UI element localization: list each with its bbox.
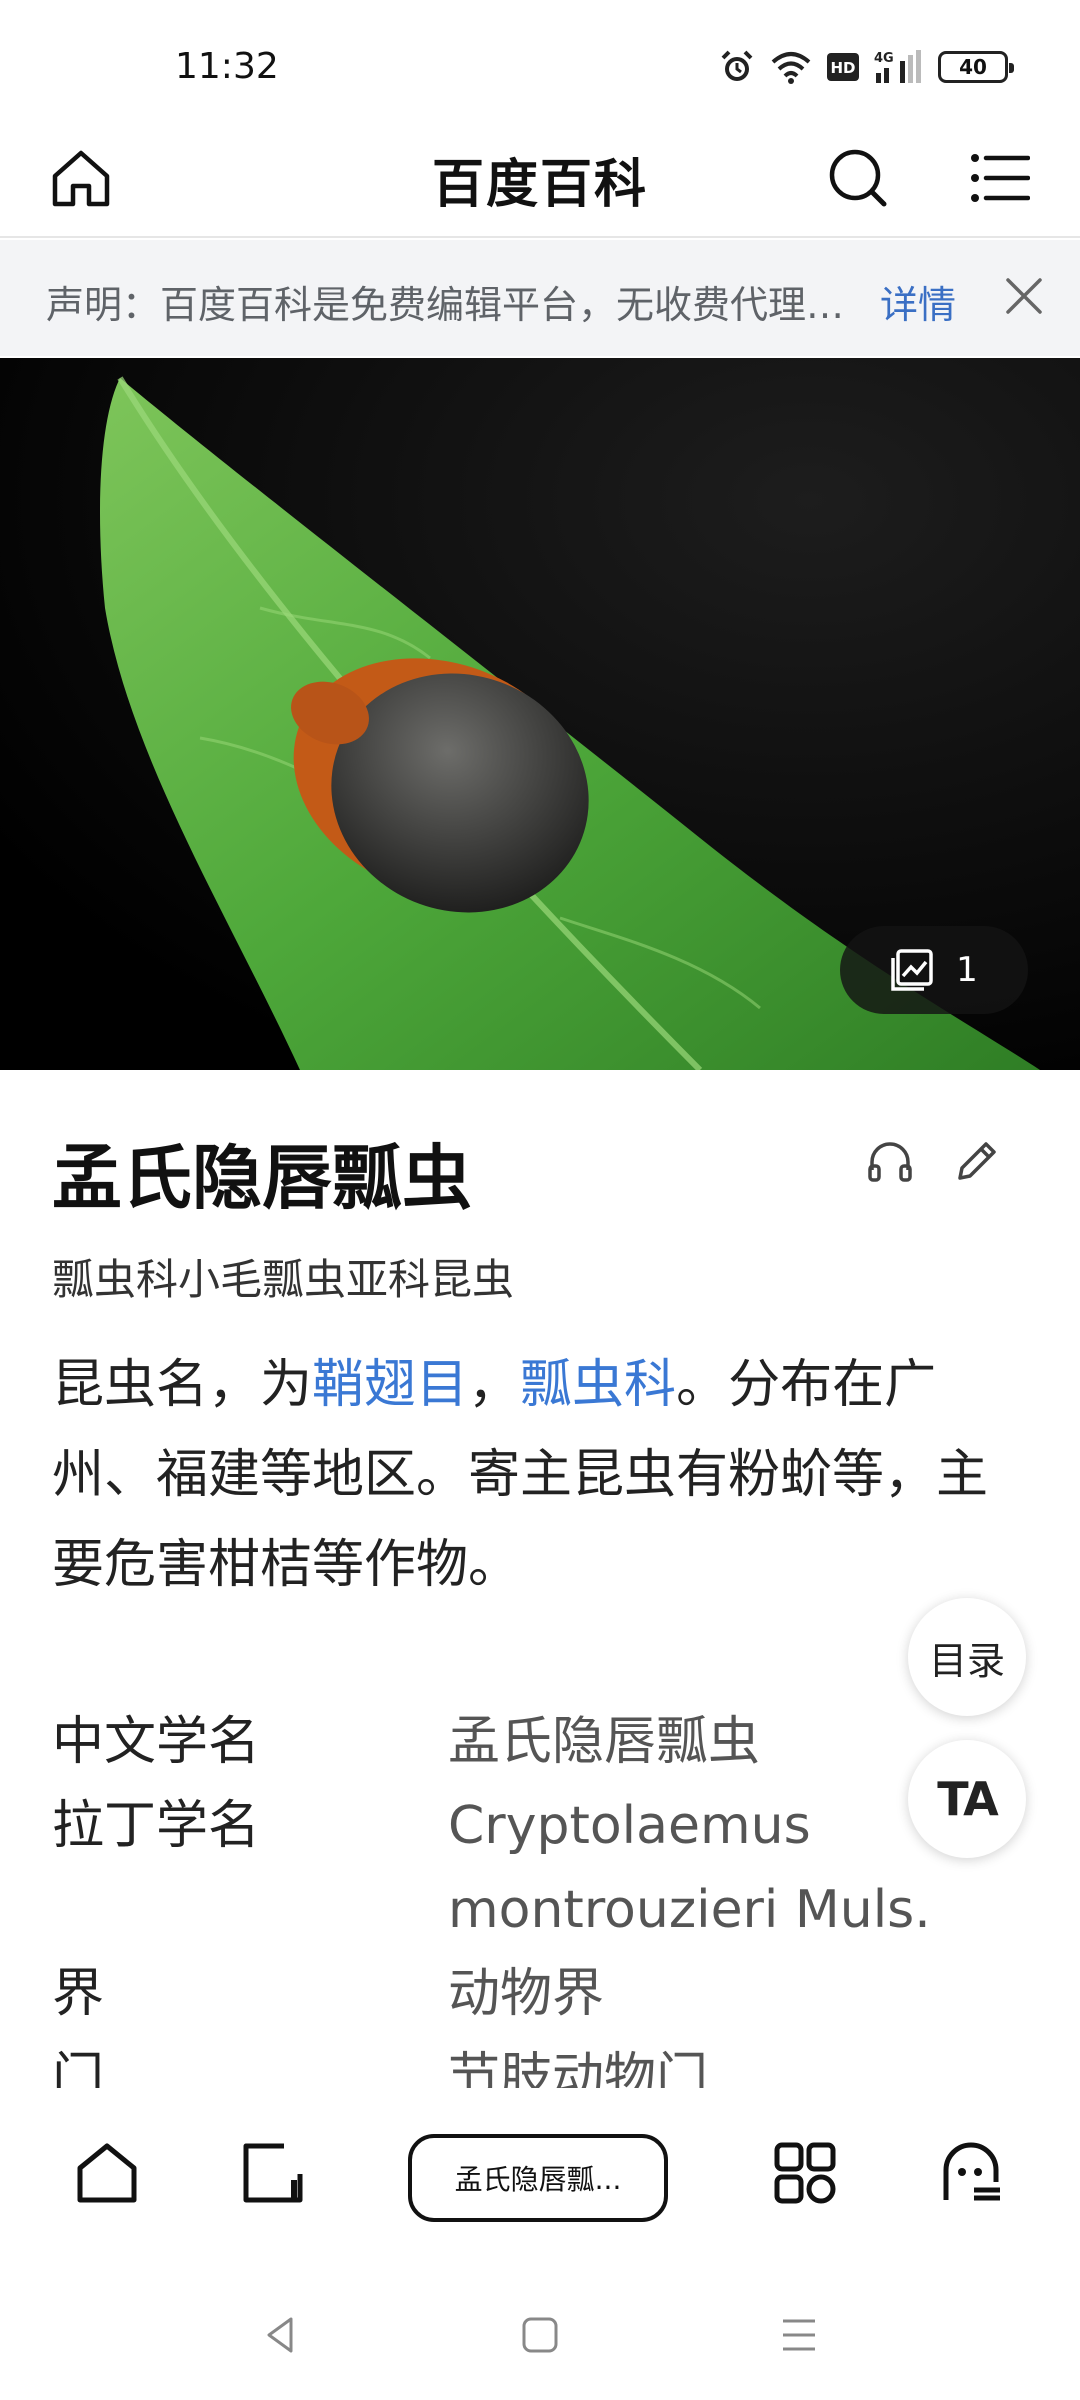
4g-signal-icon: 4G: [874, 49, 924, 85]
tabs-icon[interactable]: [228, 2128, 318, 2218]
home-icon[interactable]: [62, 2128, 152, 2218]
disclaimer-text: 声明：百度百科是免费编辑平台，无收费代理等商业服务: [46, 283, 876, 327]
status-icons: HD 4G 40: [718, 44, 1014, 90]
system-nav-bar: [0, 2270, 1080, 2400]
home-icon[interactable]: [505, 2300, 575, 2370]
gallery-count-badge[interactable]: 1: [840, 926, 1028, 1014]
summary-text: 昆虫名，为: [52, 1355, 313, 1415]
gallery-count: 1: [956, 950, 978, 990]
info-row: 拉丁学名 Cryptolaemus montrouzieri Muls.: [52, 1784, 1012, 1952]
article-title: 孟氏隐唇瓢虫: [52, 1137, 472, 1219]
alarm-icon: [718, 48, 756, 86]
info-row: 门 节肢动物门 Arthropoda: [52, 2036, 1012, 2090]
info-row: 界 动物界: [52, 1952, 1012, 2036]
apps-icon[interactable]: [760, 2128, 850, 2218]
link-coleoptera[interactable]: 鞘翅目: [312, 1355, 468, 1415]
title-actions: [864, 1136, 1002, 1188]
page-title: 百度百科: [431, 155, 648, 215]
current-page-pill[interactable]: 孟氏隐唇瓢...: [408, 2134, 668, 2222]
svg-text:4G: 4G: [874, 51, 894, 66]
link-coccinellidae[interactable]: 瓢虫科: [520, 1355, 676, 1415]
back-icon[interactable]: [246, 2300, 316, 2370]
headphones-icon[interactable]: [864, 1136, 916, 1188]
gallery-icon: [890, 948, 934, 992]
search-icon[interactable]: [818, 138, 898, 218]
summary-separator: ，: [468, 1355, 521, 1415]
info-value: Cryptolaemus montrouzieri Muls.: [448, 1796, 931, 1940]
menu-icon[interactable]: [960, 138, 1040, 218]
close-icon[interactable]: [996, 268, 1052, 324]
info-value: 孟氏隐唇瓢虫: [448, 1712, 761, 1772]
info-key: 中文学名: [52, 1712, 261, 1772]
basic-info-table: 中文学名 孟氏隐唇瓢虫 拉丁学名 Cryptolaemus montrouzie…: [52, 1700, 1012, 2090]
info-key: 门: [52, 2048, 105, 2090]
disclaimer-details-link[interactable]: 详情: [880, 274, 956, 329]
status-time: 11:32: [175, 46, 279, 87]
bottom-toolbar: 孟氏隐唇瓢...: [0, 2088, 1080, 2268]
info-value: 节肢动物门 Arthropoda: [448, 2048, 709, 2090]
recent-apps-icon[interactable]: [764, 2300, 834, 2370]
top-nav-bar: 百度百科: [0, 130, 1080, 238]
status-bar: 11:32 HD 4G 40: [0, 0, 1080, 130]
hero-image[interactable]: 1: [0, 358, 1080, 1070]
profile-icon[interactable]: [926, 2128, 1016, 2218]
hd-icon: HD: [826, 52, 860, 82]
article-summary: 昆虫名，为鞘翅目，瓢虫科。分布在广州、福建等地区。寄主昆虫有粉蚧等，主要危害柑桔…: [52, 1340, 1032, 1610]
battery-icon: 40: [938, 51, 1014, 83]
toc-button[interactable]: 目录: [908, 1598, 1026, 1716]
article-subtitle: 瓢虫科小毛瓢虫亚科昆虫: [52, 1255, 515, 1304]
info-value: 动物界: [448, 1964, 605, 2024]
wifi-icon: [770, 50, 812, 84]
info-key: 拉丁学名: [52, 1796, 261, 1856]
info-key: 界: [52, 1964, 105, 2024]
info-row: 中文学名 孟氏隐唇瓢虫: [52, 1700, 1012, 1784]
font-size-button[interactable]: TA: [908, 1740, 1026, 1858]
edit-icon[interactable]: [950, 1136, 1002, 1188]
svg-text:HD: HD: [830, 59, 855, 77]
disclaimer-banner: 声明：百度百科是免费编辑平台，无收费代理等商业服务 详情: [0, 240, 1080, 356]
